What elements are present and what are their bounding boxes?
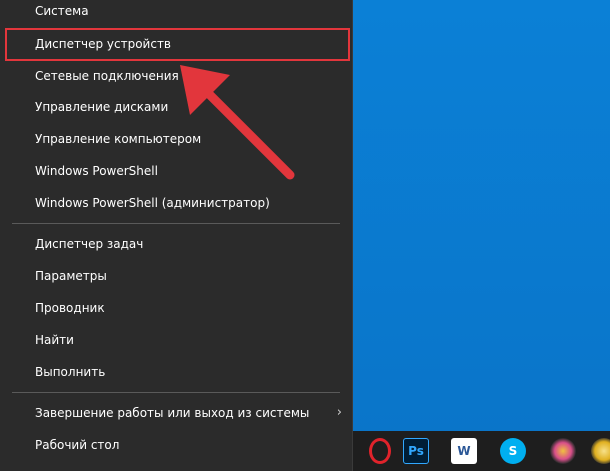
pointer-arrow-icon	[180, 65, 295, 180]
menu-item-shutdown[interactable]: Завершение работы или выход из системы ›	[0, 397, 352, 429]
app-icon[interactable]	[550, 438, 576, 464]
menu-item-label: Проводник	[35, 301, 105, 315]
menu-item-explorer[interactable]: Проводник	[0, 292, 352, 324]
menu-item-label: Найти	[35, 333, 74, 347]
menu-item-label: Параметры	[35, 269, 107, 283]
opera-icon[interactable]	[369, 438, 391, 464]
menu-separator	[12, 392, 340, 393]
menu-item-label: Система	[35, 4, 89, 18]
menu-item-label: Завершение работы или выход из системы	[35, 406, 310, 420]
menu-item-desktop[interactable]: Рабочий стол	[0, 429, 352, 461]
menu-separator	[12, 223, 340, 224]
photoshop-glyph: Ps	[408, 444, 424, 458]
word-glyph: W	[457, 444, 471, 458]
photoshop-icon[interactable]: Ps	[403, 438, 429, 464]
word-icon[interactable]: W	[451, 438, 477, 464]
menu-item-label: Диспетчер устройств	[35, 37, 172, 51]
menu-item-system[interactable]: Система	[0, 0, 352, 27]
chevron-right-icon: ›	[336, 405, 342, 420]
menu-item-search[interactable]: Найти	[0, 324, 352, 356]
menu-item-task-manager[interactable]: Диспетчер задач	[0, 228, 352, 260]
skype-icon[interactable]: S	[500, 438, 526, 464]
menu-item-label: Выполнить	[35, 365, 106, 379]
menu-item-settings[interactable]: Параметры	[0, 260, 352, 292]
menu-item-run[interactable]: Выполнить	[0, 356, 352, 388]
menu-item-label: Сетевые подключения	[35, 69, 179, 83]
menu-item-label: Рабочий стол	[35, 438, 120, 452]
menu-item-label: Управление дисками	[35, 100, 169, 114]
skype-glyph: S	[508, 444, 518, 458]
menu-item-label: Диспетчер задач	[35, 237, 144, 251]
taskbar: Ps W S	[353, 431, 610, 471]
app2-icon[interactable]	[591, 438, 610, 464]
menu-item-label: Windows PowerShell	[35, 164, 158, 178]
